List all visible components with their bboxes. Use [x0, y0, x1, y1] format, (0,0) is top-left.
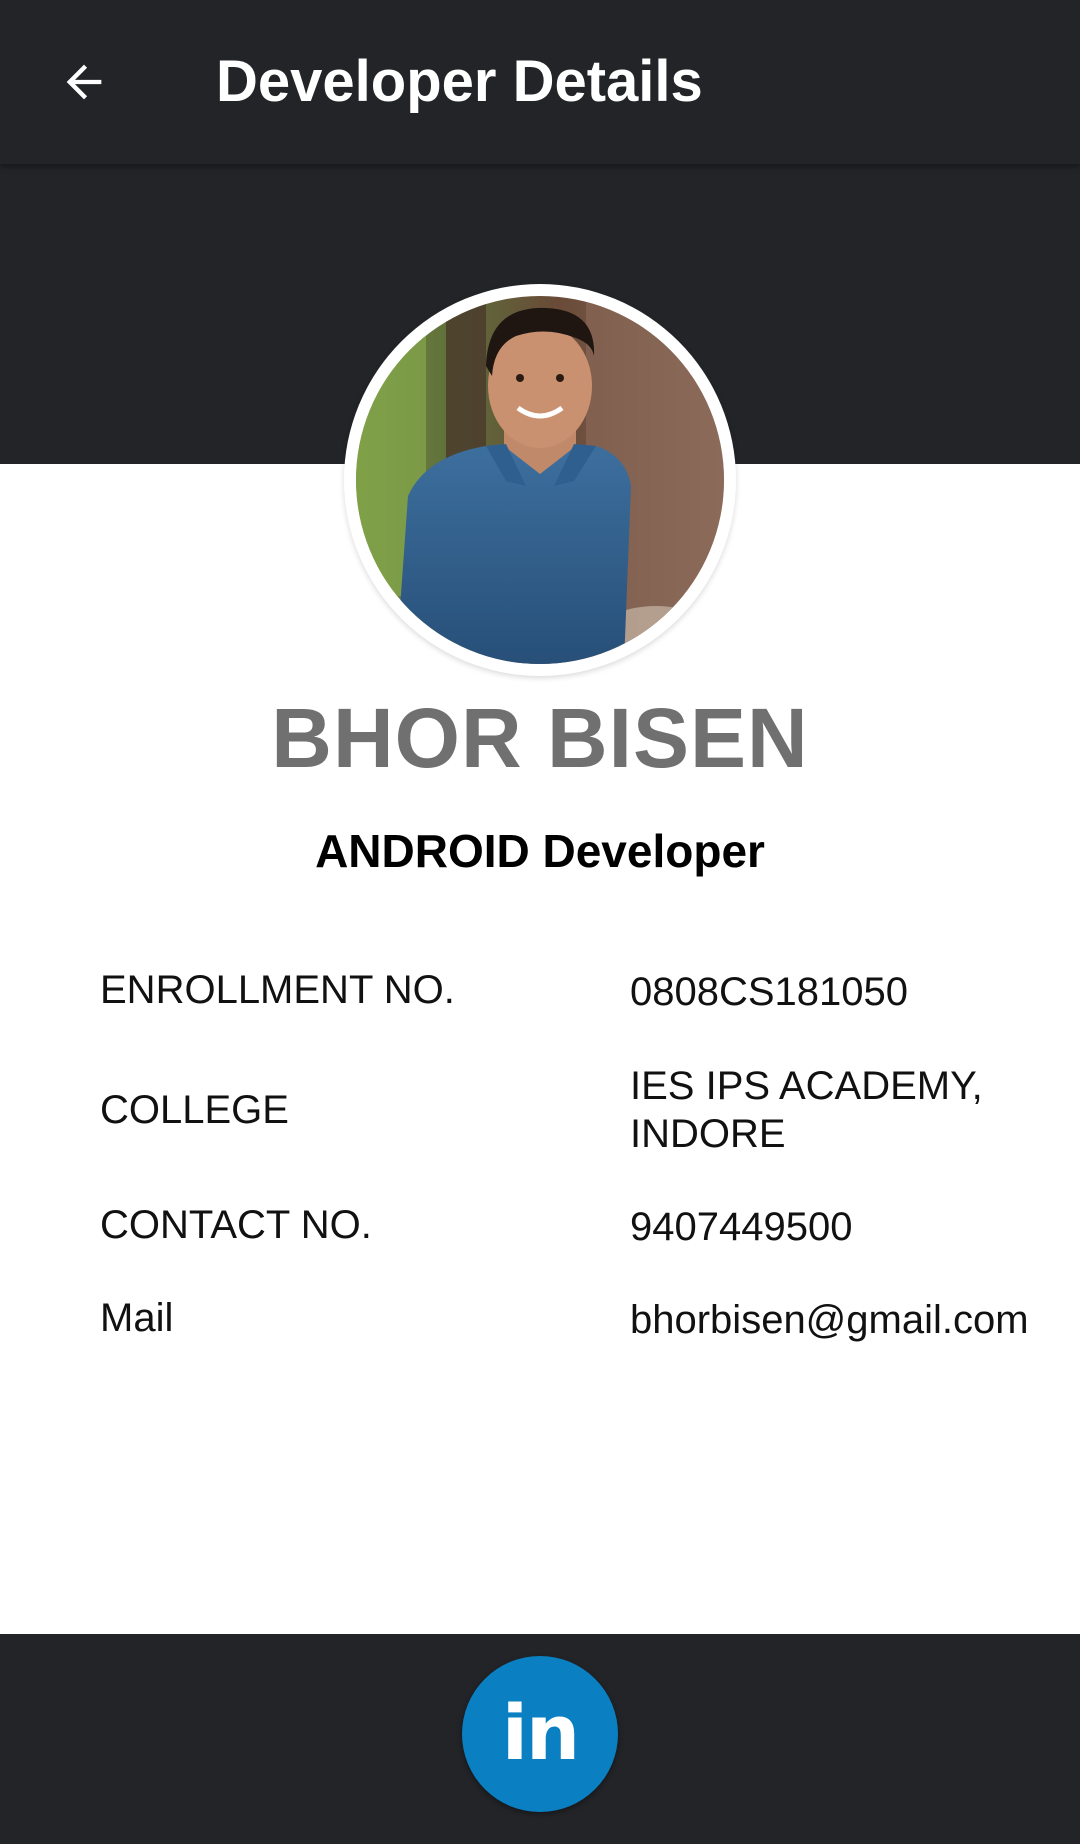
linkedin-button[interactable]: in — [462, 1656, 618, 1812]
detail-value: 9407449500 — [630, 1205, 853, 1249]
detail-value[interactable]: bhorbisen@gmail.com — [630, 1296, 1070, 1344]
detail-label: CONTACT NO. — [100, 1203, 372, 1247]
detail-value: IES IPS ACADEMY, INDORE — [630, 1064, 983, 1156]
developer-name: BHOR BISEN — [271, 691, 809, 785]
detail-label: Mail — [100, 1296, 174, 1340]
profile-photo — [356, 296, 724, 664]
app-bar: Developer Details — [0, 0, 1080, 164]
back-button[interactable] — [48, 40, 120, 124]
detail-value: 0808CS181050 — [630, 970, 909, 1014]
detail-label: COLLEGE — [100, 1088, 289, 1132]
detail-label: ENROLLMENT NO. — [100, 968, 455, 1012]
arrow-back-icon — [66, 64, 102, 100]
developer-role: ANDROID Developer — [315, 825, 765, 877]
avatar — [344, 284, 736, 676]
page-title: Developer Details — [216, 49, 703, 114]
linkedin-icon: in — [501, 1687, 580, 1777]
